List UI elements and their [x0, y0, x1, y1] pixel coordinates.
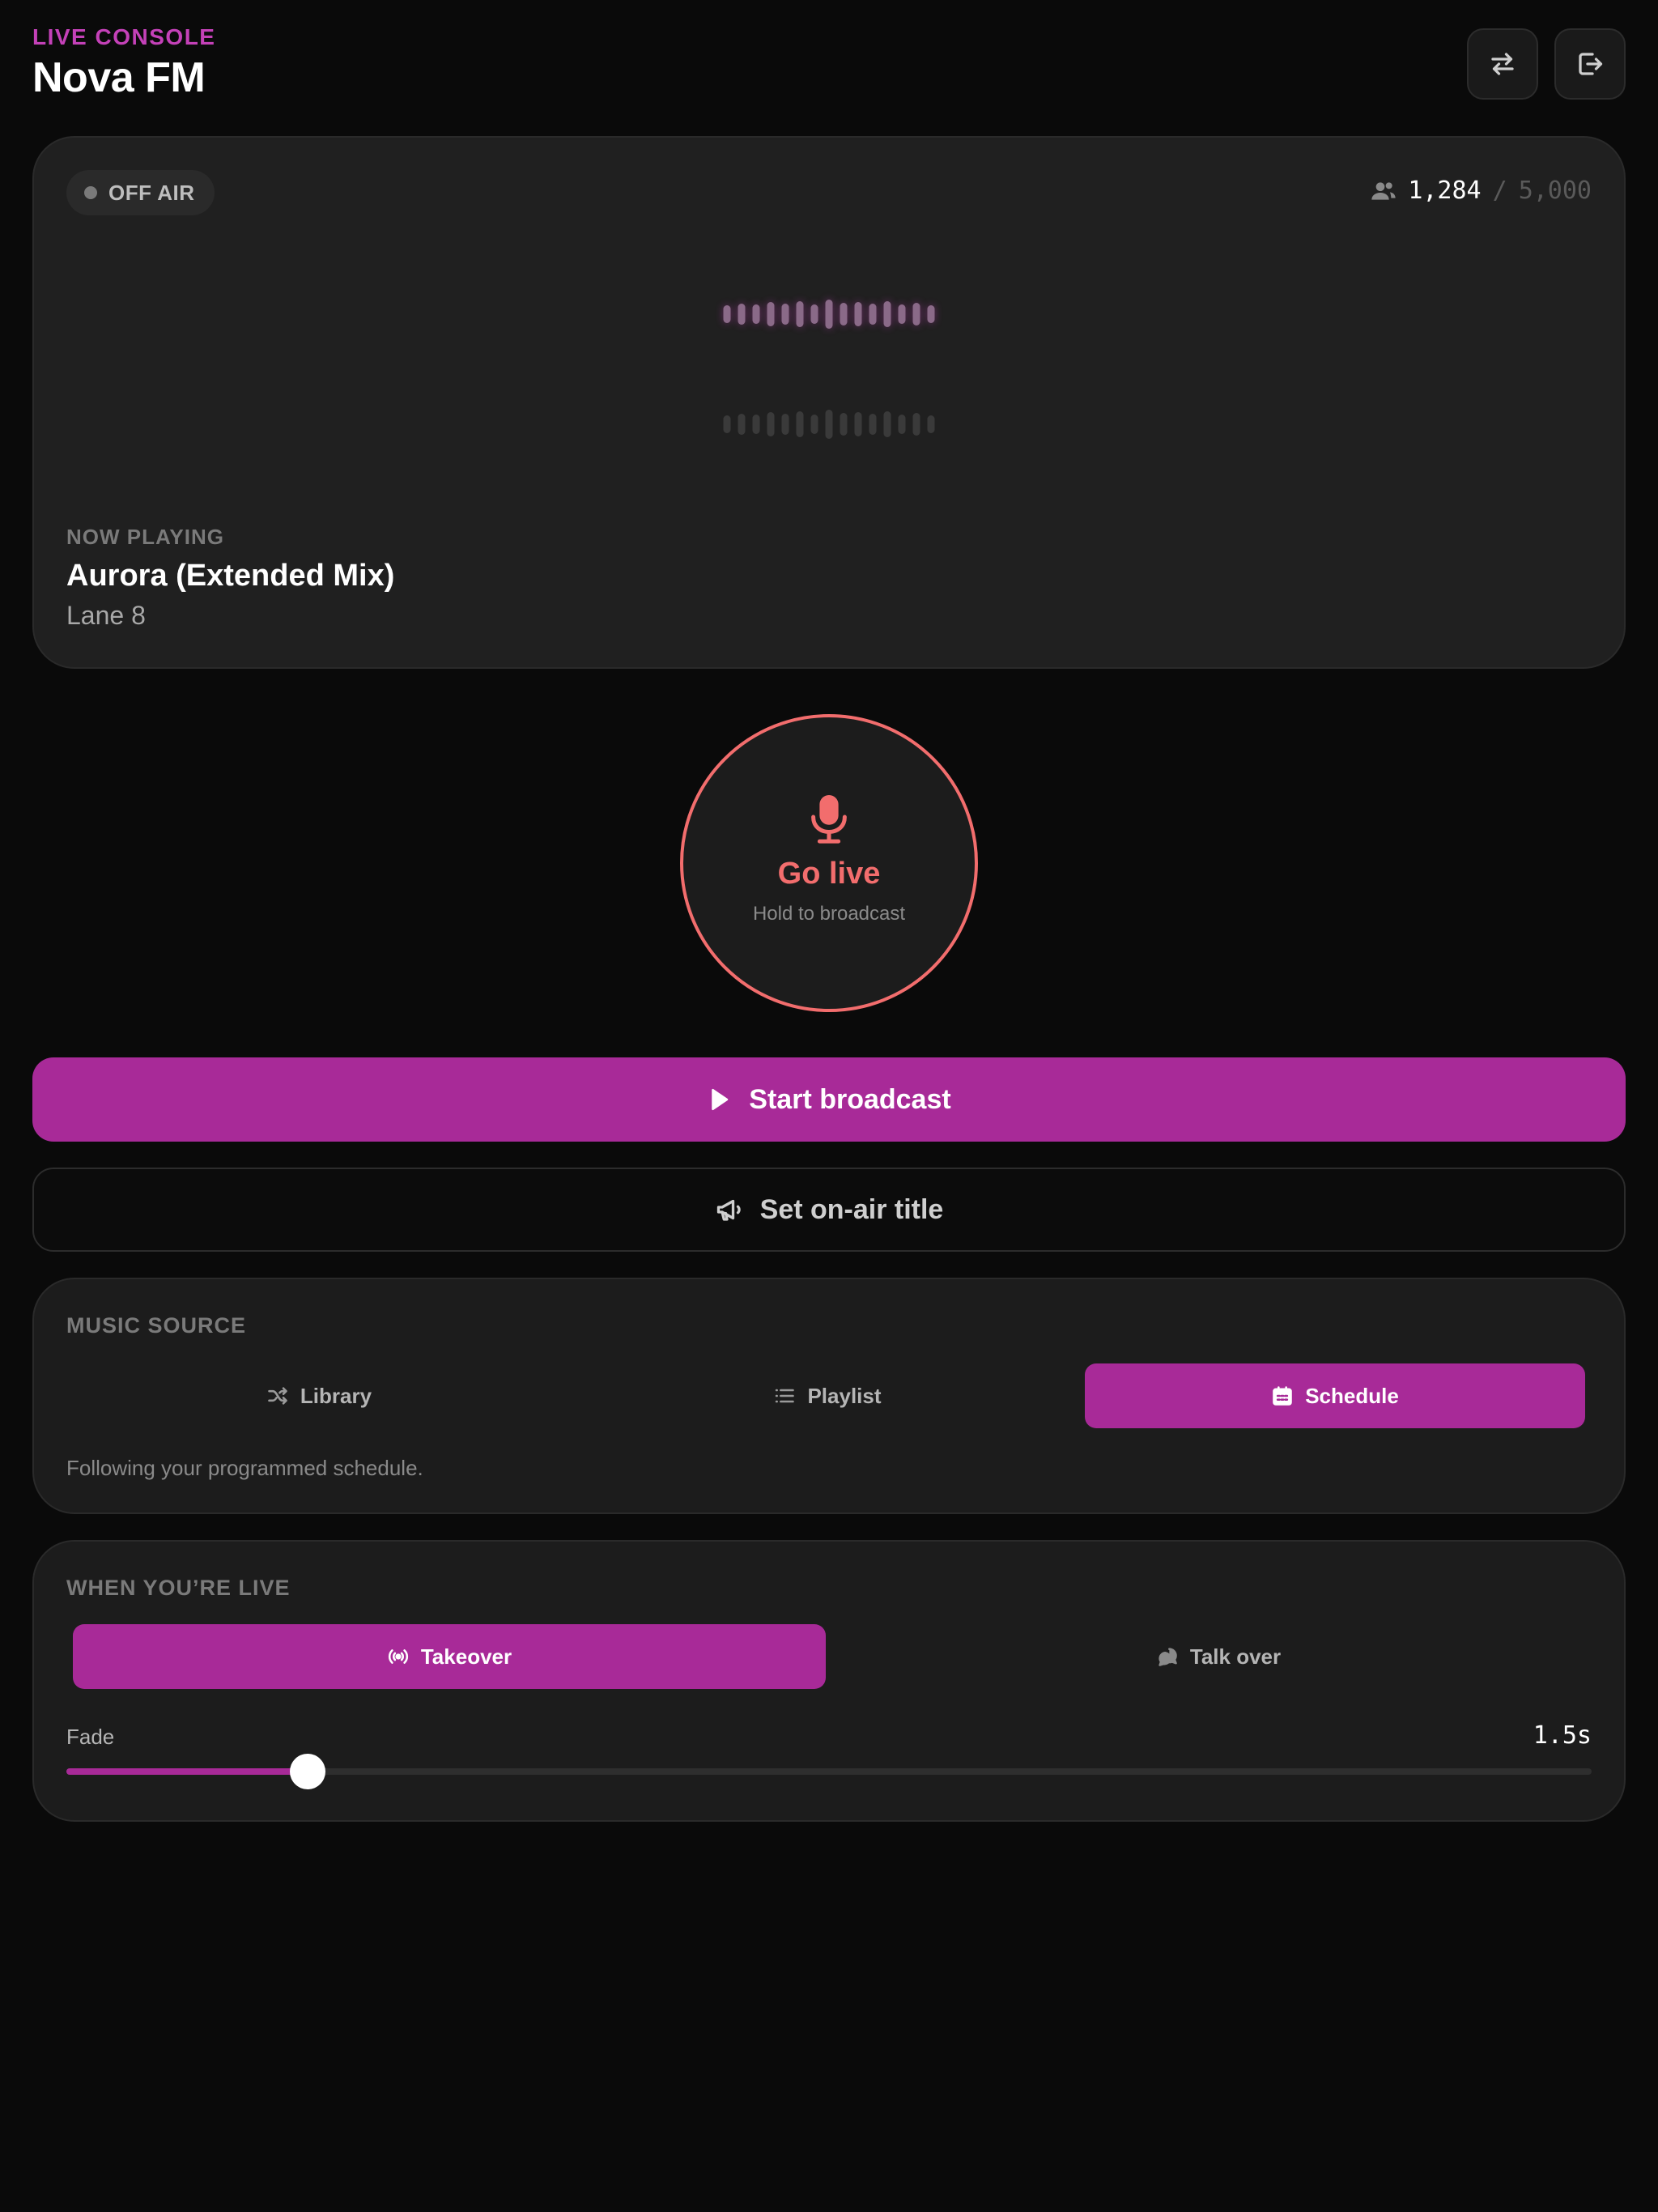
source-option-label: Schedule: [1305, 1383, 1399, 1408]
fade-slider-fill: [66, 1768, 308, 1775]
calendar-icon: [1273, 1386, 1292, 1406]
go-live-label: Go live: [777, 856, 881, 891]
level-meter-bar: [883, 301, 891, 327]
console-kicker: LIVE CONSOLE: [32, 24, 216, 49]
fade-value: 1.5s: [1533, 1721, 1592, 1750]
level-meter-bar: [810, 304, 818, 324]
set-on-air-title-label: Set on-air title: [759, 1193, 944, 1225]
level-meter-bar: [767, 302, 775, 326]
level-meter-bar: [854, 412, 862, 436]
start-broadcast-button[interactable]: Start broadcast: [32, 1057, 1626, 1142]
fade-label: Fade: [66, 1725, 115, 1749]
users-icon: [1371, 181, 1396, 200]
start-broadcast-label: Start broadcast: [749, 1083, 951, 1115]
listeners-separator: /: [1492, 177, 1507, 205]
when-live-title: WHEN YOU’RE LIVE: [66, 1576, 291, 1600]
track-title: Aurora (Extended Mix): [66, 559, 395, 593]
level-meter-bar: [854, 302, 862, 326]
live-console-page: LIVE CONSOLE Nova FM OFF AIR 1,284 / 5,0…: [0, 0, 1658, 2212]
source-option-playlist[interactable]: Playlist: [575, 1363, 1080, 1428]
station-name: Nova FM: [32, 54, 206, 101]
play-icon: [712, 1088, 729, 1111]
now-playing-label: NOW PLAYING: [66, 525, 224, 549]
fade-slider-thumb[interactable]: [289, 1754, 325, 1789]
source-option-label: Playlist: [807, 1383, 882, 1408]
level-meter-bar: [767, 412, 775, 436]
go-live-hint: Hold to broadcast: [752, 902, 906, 925]
level-meter-bar: [738, 414, 746, 435]
level-meter-bar: [781, 414, 789, 435]
source-option-label: Library: [300, 1383, 372, 1408]
switch-station-button[interactable]: [1467, 28, 1538, 100]
level-meter-bar: [810, 415, 818, 434]
level-meter-bar: [898, 304, 906, 324]
mode-option-takeover[interactable]: Takeover: [73, 1624, 826, 1689]
listener-count: 1,284 / 5,000: [1371, 177, 1592, 205]
shuffle-icon: [268, 1387, 287, 1405]
mode-option-label: Talk over: [1189, 1644, 1282, 1669]
level-meter-bar: [883, 411, 891, 437]
megaphone-icon: [716, 1199, 741, 1221]
swap-arrows-icon: [1491, 53, 1514, 75]
level-meter-bar: [840, 303, 848, 325]
level-meter-bar: [796, 411, 804, 437]
microphone-icon: [811, 794, 847, 844]
mode-option-label: Takeover: [420, 1644, 512, 1669]
status-dot: [84, 186, 97, 199]
level-meter-bar: [898, 415, 906, 434]
header-actions: [1467, 28, 1626, 100]
listeners-current: 1,284: [1408, 177, 1482, 205]
header: LIVE CONSOLE Nova FM: [32, 24, 1626, 105]
level-meter-left: [723, 300, 935, 329]
level-meter-bar: [912, 303, 920, 325]
go-live-button[interactable]: Go live Hold to broadcast: [680, 714, 978, 1012]
fade-slider[interactable]: [66, 1754, 1592, 1789]
status-badge: OFF AIR: [66, 170, 215, 215]
level-meter-bar: [927, 305, 935, 323]
set-on-air-title-button[interactable]: Set on-air title: [32, 1168, 1626, 1252]
level-meter-bar: [752, 415, 760, 434]
level-meter-bar: [738, 304, 746, 325]
level-meter-bar: [912, 413, 920, 436]
level-meter-bar: [825, 300, 833, 329]
level-meter-bar: [723, 305, 731, 323]
level-meter-bar: [825, 410, 833, 439]
level-meter-bar: [869, 304, 877, 325]
level-meter-bar: [723, 415, 731, 433]
level-meter-bar: [869, 414, 877, 435]
level-meter-bar: [796, 301, 804, 327]
when-live-card: WHEN YOU’RE LIVE Takeover Talk over Fade…: [32, 1540, 1626, 1822]
source-option-schedule[interactable]: Schedule: [1085, 1363, 1585, 1428]
level-meter-bar: [752, 304, 760, 324]
source-option-library[interactable]: Library: [66, 1363, 572, 1428]
level-meter-bar: [927, 415, 935, 433]
music-source-title: MUSIC SOURCE: [66, 1313, 247, 1338]
mode-option-talk-over[interactable]: Talk over: [844, 1624, 1593, 1689]
logout-button[interactable]: [1554, 28, 1626, 100]
broadcast-icon: [388, 1649, 408, 1664]
music-source-card: MUSIC SOURCE Library Playlist Schedule F…: [32, 1278, 1626, 1514]
level-meter-bar: [840, 413, 848, 436]
level-meter-bar: [781, 304, 789, 325]
status-text: OFF AIR: [108, 180, 195, 205]
logout-icon: [1579, 53, 1603, 75]
track-artist: Lane 8: [66, 601, 146, 630]
level-meter-right: [723, 410, 935, 439]
now-playing-card: OFF AIR 1,284 / 5,000 NOW PLAYING Aurora…: [32, 136, 1626, 669]
chat-bubbles-icon: [1158, 1648, 1177, 1666]
listeners-max: 5,000: [1518, 177, 1592, 205]
list-icon: [776, 1389, 795, 1403]
music-source-description: Following your programmed schedule.: [66, 1456, 423, 1480]
